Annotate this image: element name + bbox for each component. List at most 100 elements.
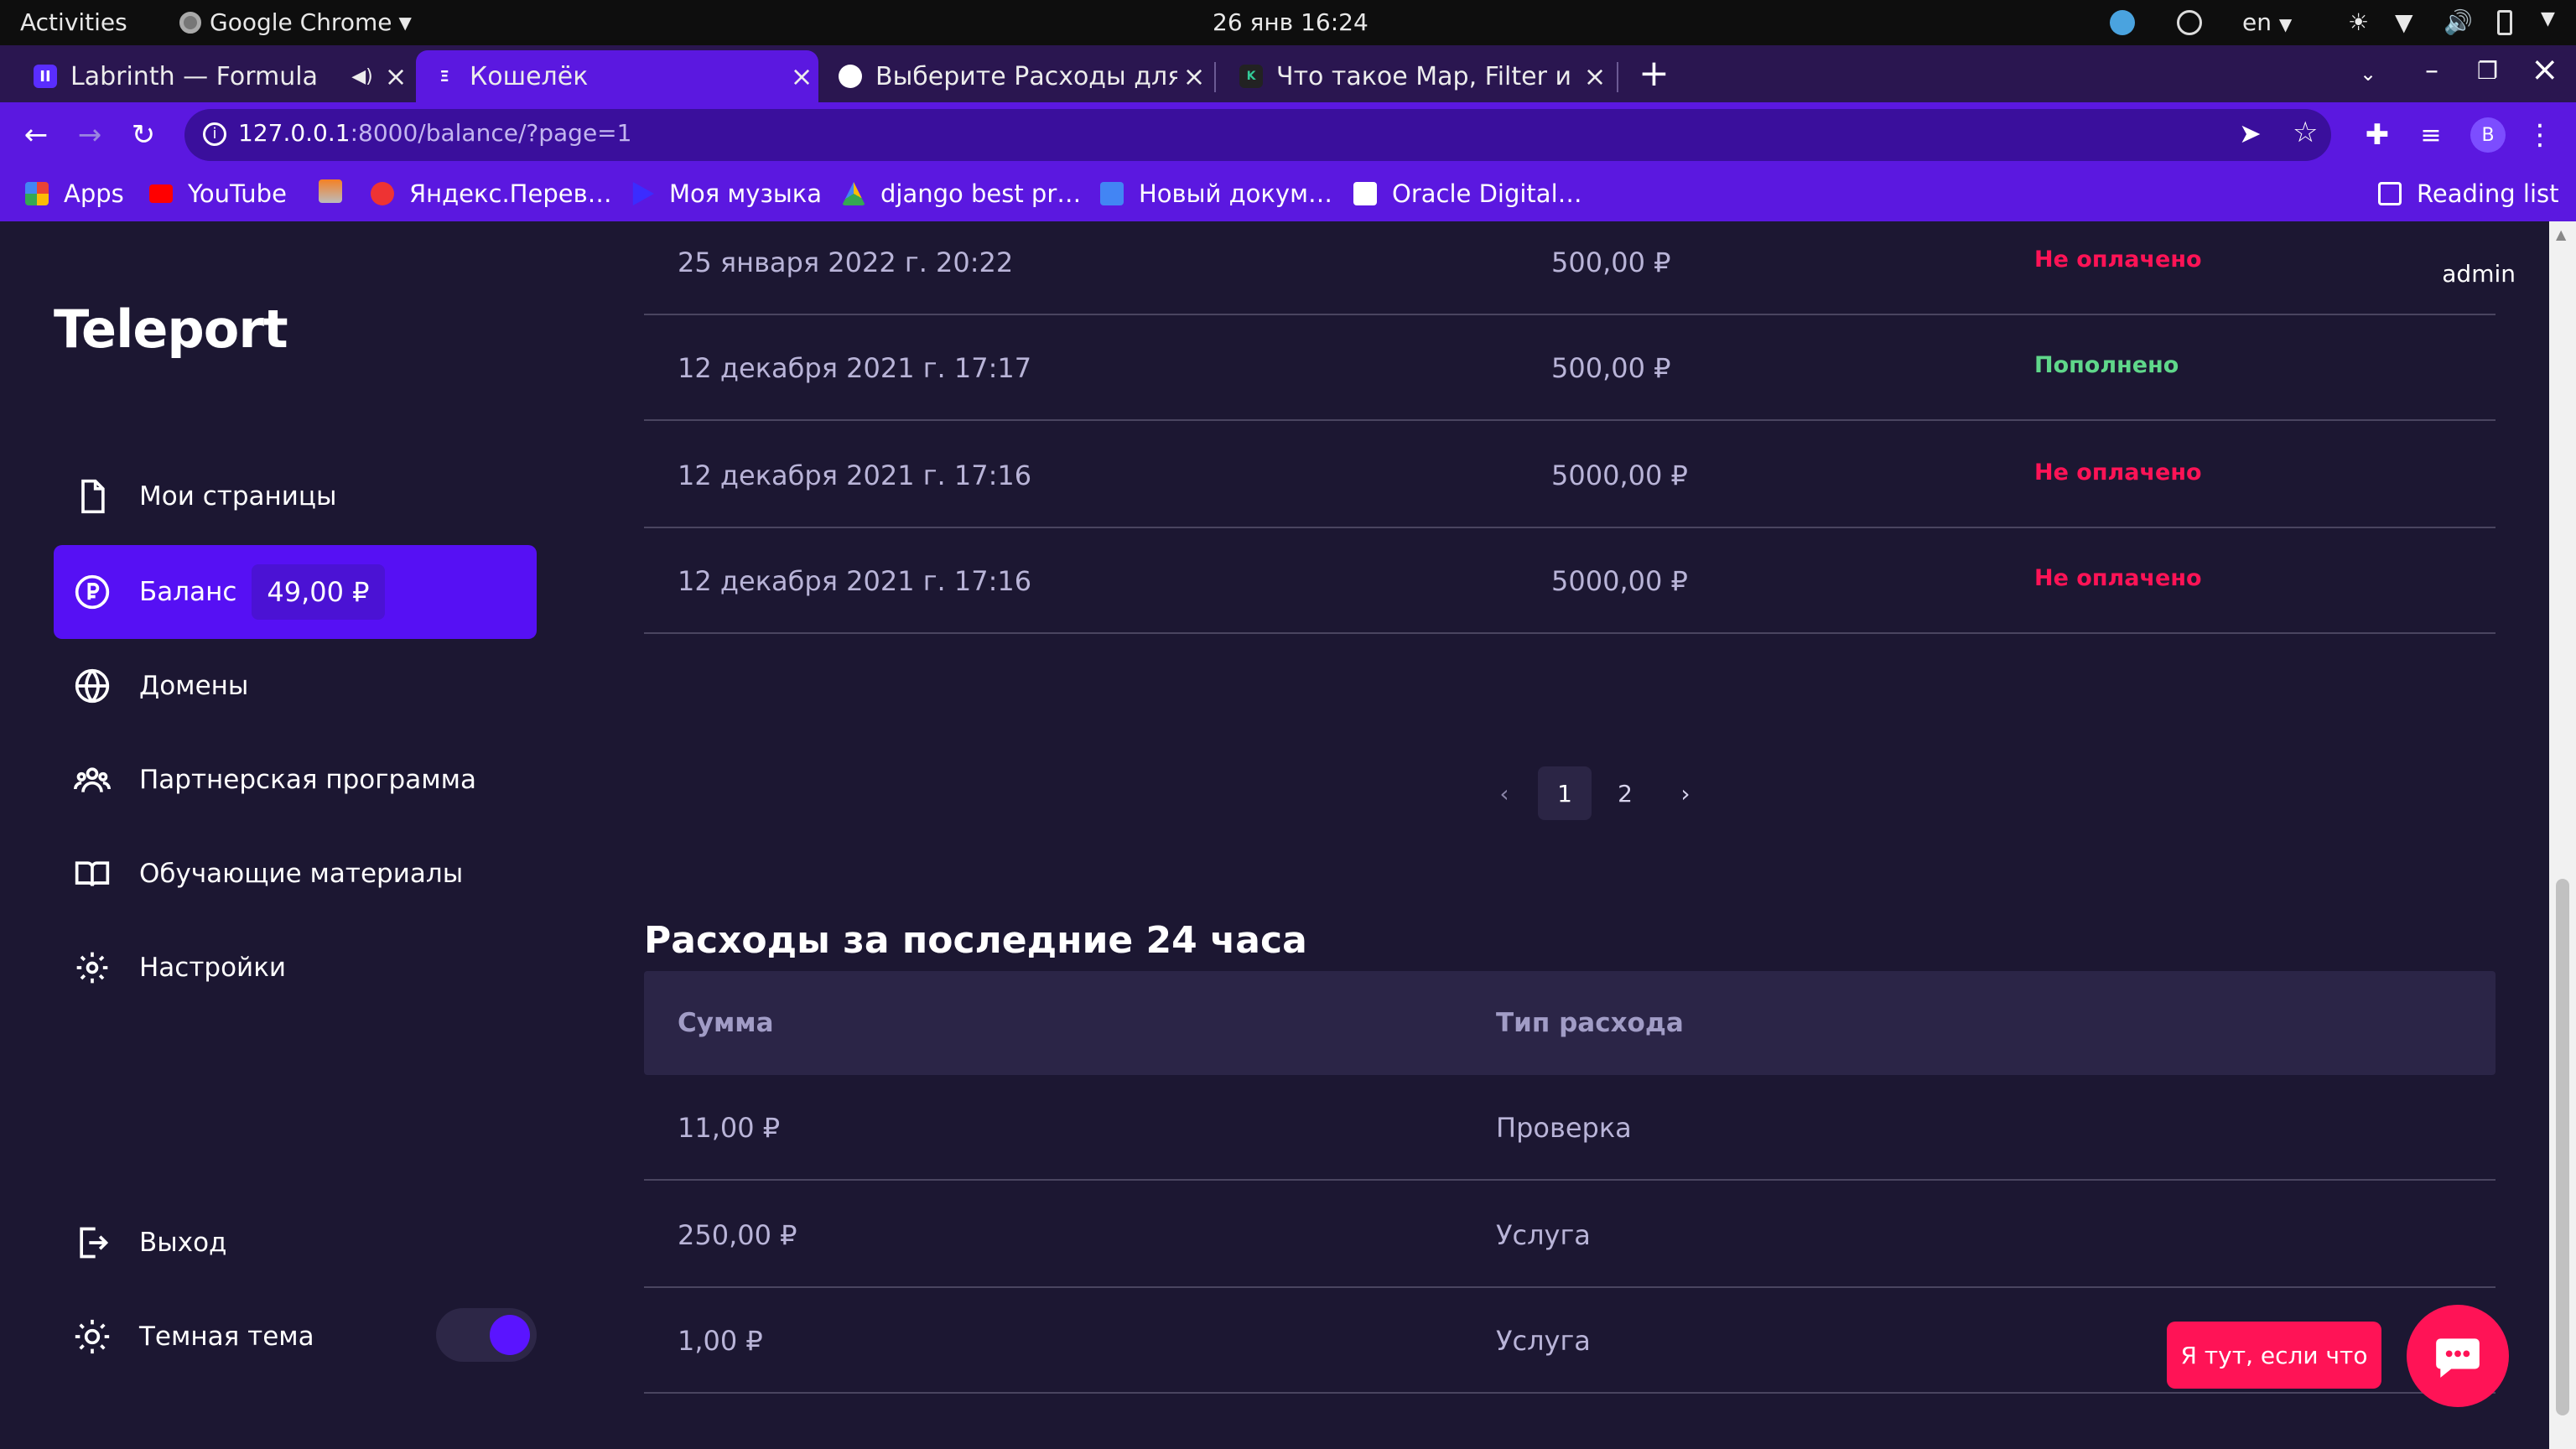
page-1-button[interactable]: 1 [1538, 766, 1592, 820]
tab-labrinth[interactable]: II Labrinth — Formula ◀) × [17, 50, 413, 102]
media-icon[interactable] [2177, 10, 2202, 35]
sidebar-item-balance[interactable]: Баланс 49,00 ₽ [54, 545, 537, 639]
expense-type: Услуга [1496, 1219, 1591, 1251]
bookmark-yandex-translate[interactable]: Яндекс.Перев… [371, 179, 612, 208]
reading-list-icon [2378, 182, 2402, 205]
prev-page-button[interactable]: ‹ [1478, 766, 1531, 820]
globe-favicon [839, 65, 862, 88]
tab-expenses[interactable]: Выберите Расходы для и × [822, 50, 1211, 102]
tab-separator [1214, 62, 1216, 92]
forward-icon[interactable]: → [72, 117, 107, 153]
logout-icon [80, 1227, 109, 1259]
volume-icon[interactable]: 🔊 [2444, 8, 2473, 36]
bookmark-stackoverflow[interactable] [319, 179, 357, 203]
logout-button[interactable]: Выход [54, 1196, 537, 1290]
sidebar: Teleport Мои страницы Баланс 49,00 ₽ Дом… [0, 221, 590, 1449]
media-control-icon[interactable]: ≡ [2413, 117, 2449, 153]
telegram-icon[interactable] [2110, 10, 2135, 35]
page-2-button[interactable]: 2 [1598, 766, 1652, 820]
profile-avatar[interactable]: B [2470, 117, 2506, 153]
bookmark-apps[interactable]: Apps [25, 179, 124, 208]
chrome-icon [179, 11, 201, 34]
new-tab-icon[interactable]: + [1639, 52, 1670, 95]
close-tab-icon[interactable]: × [1578, 60, 1612, 92]
balance-badge: 49,00 ₽ [252, 564, 385, 620]
close-tab-icon[interactable]: × [1177, 60, 1211, 92]
bookmark-new-doc[interactable]: Новый докум… [1100, 179, 1332, 208]
reading-list-button[interactable]: Reading list [2378, 179, 2559, 208]
column-header-type: Тип расхода [1496, 1008, 1684, 1038]
sidebar-item-learn[interactable]: Обучающие материалы [54, 827, 537, 921]
language-indicator[interactable]: en ▼ [2242, 8, 2292, 36]
close-window-icon[interactable]: × [2531, 50, 2559, 89]
sidebar-item-settings[interactable]: Настройки [54, 921, 537, 1015]
battery-icon[interactable] [2497, 10, 2512, 35]
scrollbar-thumb[interactable] [2556, 879, 2569, 1415]
audio-icon[interactable]: ◀) [345, 66, 379, 87]
app-menu[interactable]: Google Chrome ▼ [179, 8, 412, 36]
google-drive-icon [842, 182, 865, 205]
bookmark-oracle[interactable]: Oracle Digital… [1353, 179, 1582, 208]
menu-dots-icon[interactable]: ⋮ [2522, 117, 2558, 153]
payment-amount: 500,00 ₽ [1551, 352, 1671, 384]
labrinth-favicon: II [34, 65, 57, 88]
next-page-button[interactable]: › [1659, 766, 1712, 820]
send-icon[interactable]: ➤ [2239, 117, 2262, 149]
table-row: 11,00 ₽ Проверка [644, 1075, 2496, 1181]
sidebar-item-label: Обучающие материалы [139, 859, 464, 889]
stackoverflow-icon [319, 179, 342, 203]
info-icon[interactable]: i [203, 122, 226, 146]
extensions-icon[interactable]: ✚ [2360, 117, 2395, 153]
tab-title: Кошелёк [470, 61, 589, 91]
sidebar-item-domains[interactable]: Домены [54, 639, 537, 733]
sun-icon [75, 1319, 110, 1354]
sidebar-item-pages[interactable]: Мои страницы [54, 449, 537, 543]
bookmark-label: Apps [64, 179, 124, 208]
bookmark-my-music[interactable]: Моя музыка [631, 179, 822, 208]
close-tab-icon[interactable]: × [785, 60, 818, 92]
scroll-up-arrow-icon[interactable]: ▲ [2556, 226, 2566, 242]
youtube-icon [149, 184, 173, 203]
sidebar-item-label: Баланс [139, 577, 237, 607]
yandex-translate-icon [371, 182, 394, 205]
brightness-icon[interactable]: ☀ [2348, 8, 2369, 36]
activities-button[interactable]: Activities [20, 8, 127, 36]
k-favicon: K [1239, 65, 1263, 88]
help-chat-prompt[interactable]: Я тут, если что [2167, 1322, 2381, 1389]
tab-title: Что такое Map, Filter и Re [1276, 61, 1578, 91]
reload-icon[interactable]: ↻ [126, 117, 161, 153]
dark-theme-toggle[interactable] [436, 1308, 537, 1362]
status-badge: Не оплачено [2034, 247, 2202, 273]
tab-map-filter[interactable]: K Что такое Map, Filter и Re × [1223, 50, 1612, 102]
tab-search-icon[interactable]: ⌄ [2360, 62, 2376, 86]
sidebar-item-partner[interactable]: Партнерская программа [54, 733, 537, 827]
table-row: 25 января 2022 г. 20:22 500,00 ₽ Не опла… [644, 221, 2496, 315]
minimize-icon[interactable]: – [2425, 54, 2438, 86]
expenses-table-header: Сумма Тип расхода [644, 971, 2496, 1075]
column-header-amount: Сумма [678, 1008, 774, 1038]
chat-button[interactable] [2407, 1305, 2509, 1407]
bookmark-django[interactable]: django best pr… [842, 179, 1081, 208]
system-menu-chevron-icon[interactable]: ▼ [2541, 8, 2555, 29]
bookmark-youtube[interactable]: YouTube [149, 179, 287, 208]
sidebar-item-label: Партнерская программа [139, 765, 476, 795]
tab-wallet[interactable]: Ξ Кошелёк × [416, 50, 818, 102]
sidebar-item-label: Настройки [139, 953, 287, 983]
table-row: 12 декабря 2021 г. 17:17 500,00 ₽ Пополн… [644, 315, 2496, 421]
google-docs-icon [1100, 182, 1124, 205]
tab-separator [1617, 62, 1618, 92]
app-logo[interactable]: Teleport [54, 299, 288, 360]
bookmark-star-icon[interactable]: ☆ [2293, 116, 2318, 149]
clock[interactable]: 26 янв 16:24 [1213, 8, 1368, 36]
payment-amount: 5000,00 ₽ [1551, 565, 1688, 597]
expense-type: Услуга [1496, 1325, 1591, 1357]
close-tab-icon[interactable]: × [379, 60, 413, 92]
dark-theme-row: Темная тема [54, 1290, 423, 1384]
restore-icon[interactable]: ❐ [2477, 57, 2498, 85]
teleport-favicon: Ξ [439, 67, 449, 86]
back-icon[interactable]: ← [18, 117, 54, 153]
wifi-icon[interactable]: ▼ [2395, 8, 2413, 36]
book-icon [75, 861, 110, 887]
address-bar[interactable]: i 127.0.0.1:8000/balance/?page=1 ➤ ☆ [184, 109, 2331, 161]
status-badge: Пополнено [2034, 352, 2179, 378]
